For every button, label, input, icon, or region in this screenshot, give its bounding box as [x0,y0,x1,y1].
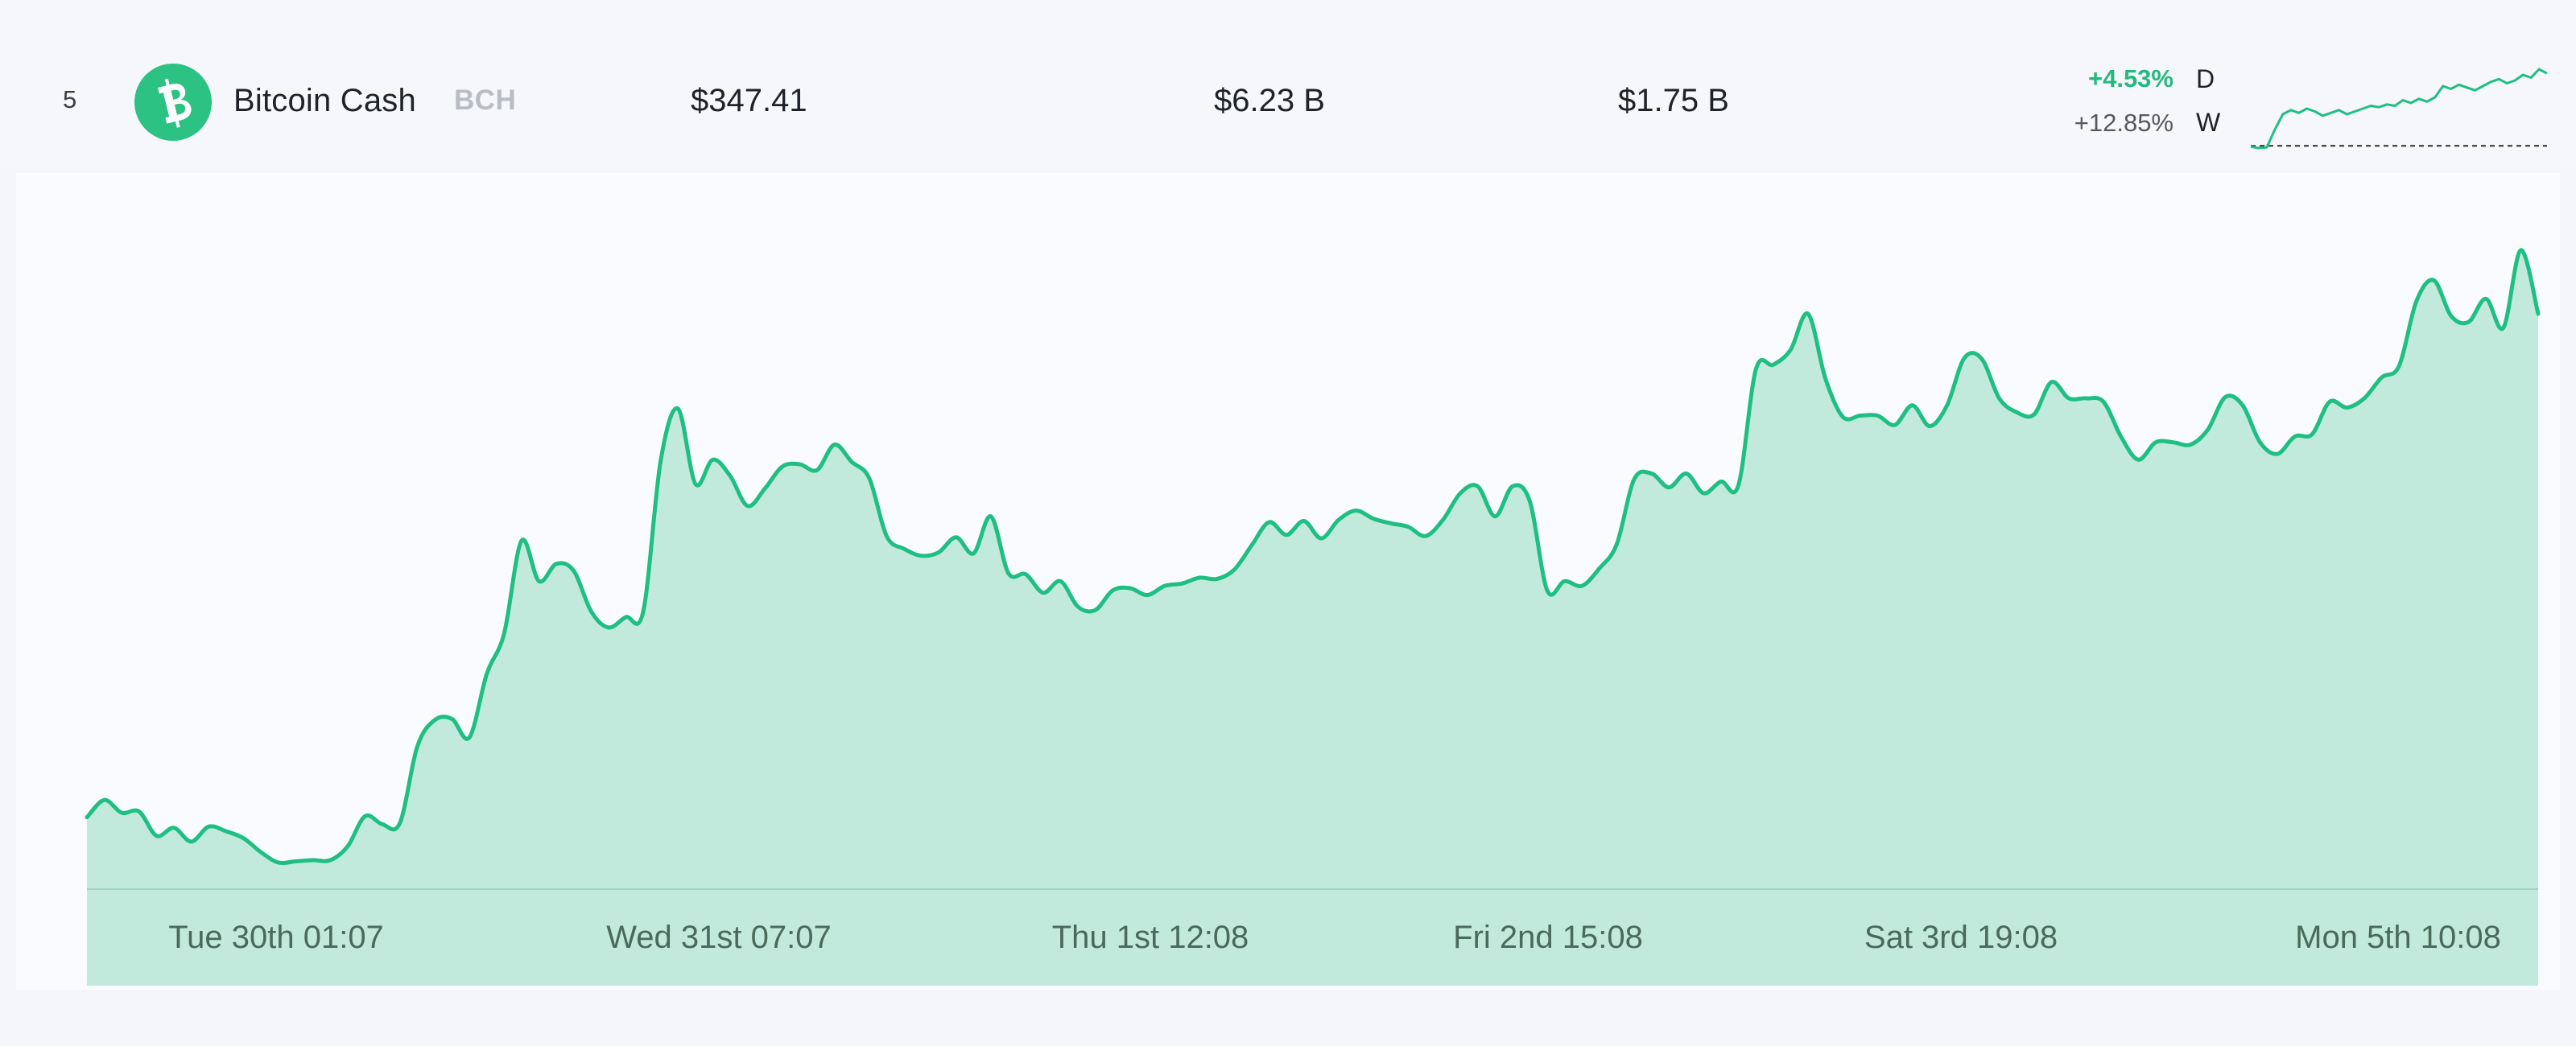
x-tick-label: Thu 1st 12:08 [1052,920,1249,955]
sparkline-line [2250,68,2548,150]
coin-price: $347.41 [691,83,807,118]
sparkline-chart [2250,68,2548,150]
change-day-label: D [2196,64,2215,93]
price-area-chart[interactable]: Tue 30th 01:07 Wed 31st 07:07 Thu 1st 12:0… [16,173,2560,990]
area-fill [87,249,2538,986]
coin-row[interactable]: 5 Bitcoin Cash BCH $347.41 $6.23 B $1.75… [0,0,2576,169]
change-day: +4.53% [2087,64,2174,93]
x-tick-label: Wed 31st 07:07 [606,920,831,955]
x-tick-label: Mon 5th 10:08 [2295,920,2501,955]
change-week-label: W [2196,108,2221,137]
change-week: +12.85% [2074,109,2174,137]
rank-number: 5 [63,85,77,113]
x-tick-label: Sat 3rd 19:08 [1864,920,2058,955]
coin-symbol: BCH [454,84,517,116]
market-cap: $6.23 B [1214,83,1325,118]
price-chart-panel[interactable]: Tue 30th 01:07 Wed 31st 07:07 Thu 1st 12:0… [16,173,2560,990]
coin-name: Bitcoin Cash [233,83,416,118]
bitcoin-cash-icon [134,64,212,141]
x-tick-label: Fri 2nd 15:08 [1453,920,1643,955]
volume: $1.75 B [1618,83,1729,118]
x-tick-label: Tue 30th 01:07 [168,920,384,955]
